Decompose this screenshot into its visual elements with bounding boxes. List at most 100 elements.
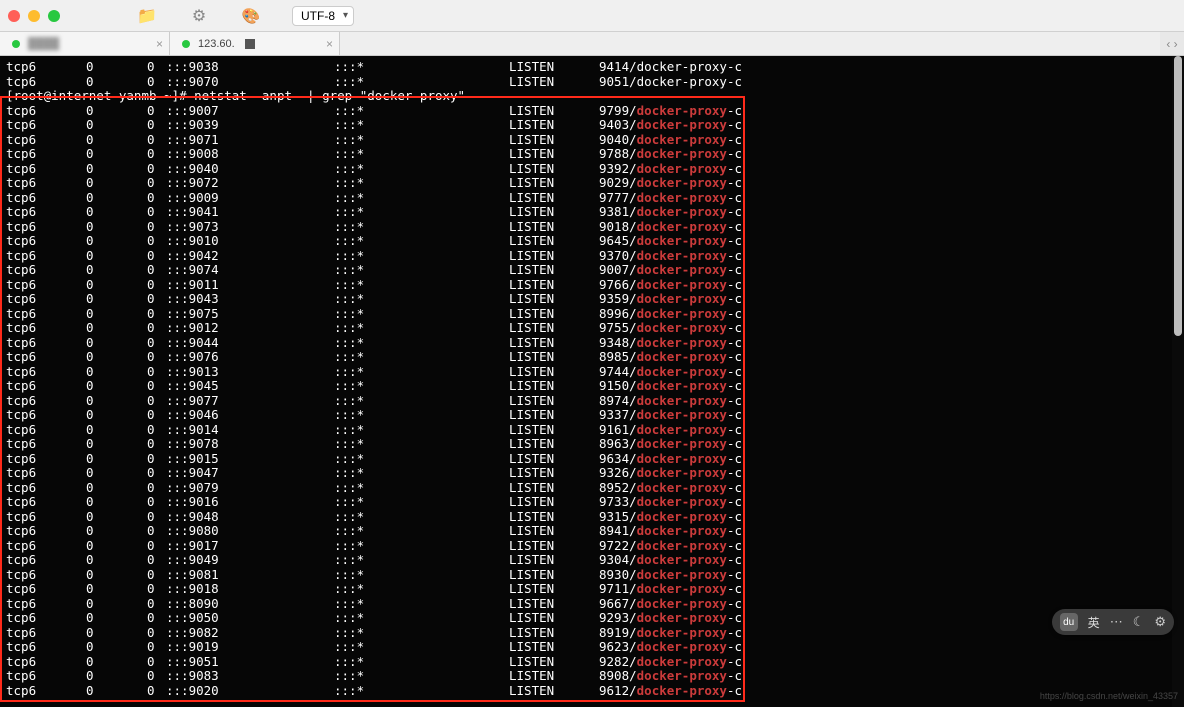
col-proto: tcp6	[6, 249, 86, 264]
col-recvq: 0	[86, 669, 136, 684]
program-suffix: -c	[727, 625, 742, 640]
col-state: LISTEN	[509, 582, 599, 597]
pid-value: 8908/	[599, 668, 637, 683]
col-sendq: 0	[136, 133, 166, 148]
col-local-address: :::9011	[166, 278, 334, 293]
scrollbar-thumb[interactable]	[1174, 56, 1182, 336]
col-foreign-address: :::*	[334, 466, 509, 481]
col-proto: tcp6	[6, 292, 86, 307]
tab-1-label: ████	[28, 38, 59, 50]
pid-value: 9315/	[599, 509, 637, 524]
tab-2[interactable]: 123.60. ×	[170, 32, 340, 55]
close-window-button[interactable]	[8, 10, 20, 22]
settings-gear-icon[interactable]: ⚙	[1154, 614, 1166, 630]
col-recvq: 0	[86, 524, 136, 539]
moon-icon[interactable]: ☾	[1133, 614, 1145, 630]
program-name: docker-proxy	[637, 262, 727, 277]
col-state: LISTEN	[509, 437, 599, 452]
col-proto: tcp6	[6, 365, 86, 380]
netstat-row: tcp600 :::9007:::*LISTEN9799/docker-prox…	[6, 104, 1178, 119]
col-sendq: 0	[136, 640, 166, 655]
col-recvq: 0	[86, 336, 136, 351]
pid-value: 9755/	[599, 320, 637, 335]
pid-value: 9381/	[599, 204, 637, 219]
col-foreign-address: :::*	[334, 176, 509, 191]
col-local-address: :::9071	[166, 133, 334, 148]
palette-icon[interactable]: 🎨	[242, 7, 260, 25]
pid-value: 9788/	[599, 146, 637, 161]
col-foreign-address: :::*	[334, 191, 509, 206]
col-recvq: 0	[86, 278, 136, 293]
col-local-address: :::9009	[166, 191, 334, 206]
tab-1[interactable]: ████ ×	[0, 32, 170, 55]
col-sendq: 0	[136, 408, 166, 423]
col-recvq: 0	[86, 147, 136, 162]
col-sendq: 0	[136, 278, 166, 293]
col-recvq: 0	[86, 220, 136, 235]
program-name: docker-proxy	[637, 204, 727, 219]
col-local-address: :::9076	[166, 350, 334, 365]
program-name: docker-proxy	[637, 59, 727, 74]
netstat-row: tcp600 :::9044:::*LISTEN9348/docker-prox…	[6, 336, 1178, 351]
ime-status-pill[interactable]: du 英 ⋯ ☾ ⚙	[1052, 609, 1174, 635]
netstat-row: tcp600 :::9042:::*LISTEN9370/docker-prox…	[6, 249, 1178, 264]
pid-value: 9392/	[599, 161, 637, 176]
folder-icon[interactable]: 📁	[138, 7, 156, 25]
col-recvq: 0	[86, 133, 136, 148]
encoding-select[interactable]: UTF-8	[292, 6, 354, 26]
program-suffix: -c	[727, 552, 742, 567]
program-suffix: -c	[727, 639, 742, 654]
col-state: LISTEN	[509, 379, 599, 394]
netstat-row: tcp600 :::9010:::*LISTEN9645/docker-prox…	[6, 234, 1178, 249]
col-pid-program: 9722/docker-proxy-c	[599, 539, 742, 554]
program-suffix: -c	[727, 494, 742, 509]
close-icon[interactable]: ×	[156, 37, 163, 51]
col-local-address: :::9042	[166, 249, 334, 264]
col-state: LISTEN	[509, 205, 599, 220]
col-pid-program: 9667/docker-proxy-c	[599, 597, 742, 612]
program-name: docker-proxy	[637, 335, 727, 350]
col-sendq: 0	[136, 582, 166, 597]
program-name: docker-proxy	[637, 567, 727, 582]
tab-expand-button[interactable]: ‹ ›	[1160, 32, 1184, 55]
gear-icon[interactable]: ⚙	[190, 7, 208, 25]
col-foreign-address: :::*	[334, 75, 509, 90]
minimize-window-button[interactable]	[28, 10, 40, 22]
netstat-row: tcp600 :::9076:::*LISTEN8985/docker-prox…	[6, 350, 1178, 365]
col-pid-program: 9788/docker-proxy-c	[599, 147, 742, 162]
program-name: docker-proxy	[637, 610, 727, 625]
col-recvq: 0	[86, 394, 136, 409]
col-pid-program: 9282/docker-proxy-c	[599, 655, 742, 670]
col-pid-program: 9392/docker-proxy-c	[599, 162, 742, 177]
pid-value: 9337/	[599, 407, 637, 422]
col-sendq: 0	[136, 437, 166, 452]
program-suffix: -c	[727, 233, 742, 248]
col-foreign-address: :::*	[334, 495, 509, 510]
program-name: docker-proxy	[637, 393, 727, 408]
scrollbar-track[interactable]	[1172, 56, 1184, 707]
program-name: docker-proxy	[637, 320, 727, 335]
col-pid-program: 9337/docker-proxy-c	[599, 408, 742, 423]
program-name: docker-proxy	[637, 668, 727, 683]
col-recvq: 0	[86, 75, 136, 90]
program-suffix: -c	[727, 59, 742, 74]
col-pid-program: 9799/docker-proxy-c	[599, 104, 742, 119]
col-state: LISTEN	[509, 611, 599, 626]
col-local-address: :::9016	[166, 495, 334, 510]
col-pid-program: 9018/docker-proxy-c	[599, 220, 742, 235]
pid-value: 9799/	[599, 103, 637, 118]
col-proto: tcp6	[6, 582, 86, 597]
terminal[interactable]: tcp600 :::9038:::*LISTEN9414/docker-prox…	[0, 56, 1184, 707]
pid-value: 9634/	[599, 451, 637, 466]
col-sendq: 0	[136, 423, 166, 438]
col-local-address: :::9082	[166, 626, 334, 641]
col-sendq: 0	[136, 481, 166, 496]
program-suffix: -c	[727, 654, 742, 669]
col-pid-program: 9623/docker-proxy-c	[599, 640, 742, 655]
close-icon[interactable]: ×	[326, 37, 333, 51]
netstat-row: tcp600 :::9038:::*LISTEN9414/docker-prox…	[6, 60, 1178, 75]
redacted-block	[245, 39, 255, 49]
col-pid-program: 9161/docker-proxy-c	[599, 423, 742, 438]
maximize-window-button[interactable]	[48, 10, 60, 22]
netstat-row: tcp600 :::9019:::*LISTEN9623/docker-prox…	[6, 640, 1178, 655]
